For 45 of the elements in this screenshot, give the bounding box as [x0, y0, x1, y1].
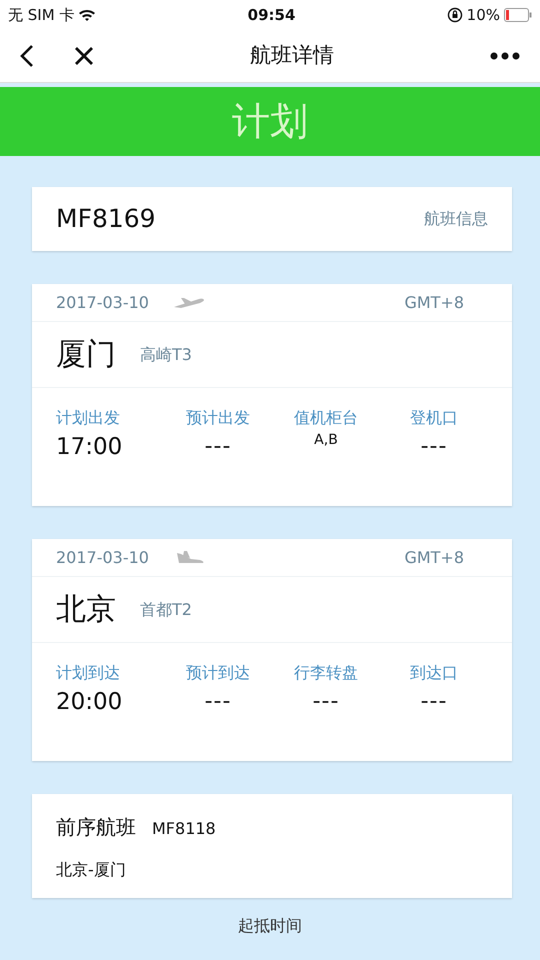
time-text: 09:54 [248, 4, 296, 26]
carrier-text: 无 SIM 卡 [8, 4, 74, 26]
wifi-icon [78, 8, 96, 22]
field-label: 登机口 [410, 407, 458, 429]
field-value: A,B [314, 431, 338, 450]
field-label: 行李转盘 [294, 662, 358, 684]
field-label: 预计出发 [186, 407, 250, 429]
field-label: 到达口 [410, 662, 458, 684]
page-title: 航班详情 [250, 42, 334, 70]
close-icon [74, 46, 94, 66]
close-button[interactable] [74, 46, 94, 66]
battery-text: 10% [466, 4, 500, 26]
timezone-text: GMT+8 [404, 292, 464, 314]
previous-flight-number: MF8118 [152, 818, 216, 840]
more-icon [490, 52, 520, 60]
field-value: --- [420, 688, 448, 716]
terminal-text: 首都T2 [140, 598, 192, 620]
field-label: 计划出发 [56, 407, 120, 429]
flight-status: 计划 [232, 98, 308, 145]
takeoff-plane-icon [172, 296, 205, 310]
field-value: --- [420, 433, 448, 461]
terminal-text: 高崎T3 [140, 344, 192, 366]
rotation-lock-icon [446, 7, 463, 23]
footnote-text: 起抵时间 [237, 915, 303, 937]
field-label: 值机柜台 [294, 407, 358, 429]
battery-icon [504, 8, 532, 22]
field-label: 预计到达 [186, 662, 250, 684]
back-icon [20, 44, 34, 68]
back-button[interactable] [20, 44, 34, 68]
previous-flight-label: 前序航班 [56, 814, 136, 841]
field-value: --- [204, 433, 232, 461]
timezone-text: GMT+8 [404, 546, 464, 568]
city-name: 北京 [56, 591, 116, 629]
field-value: --- [204, 688, 232, 716]
date-text: 2017-03-10 [56, 546, 149, 568]
field-value: --- [312, 688, 340, 716]
field-label: 计划到达 [56, 662, 120, 684]
flight-number: MF8169 [56, 203, 156, 236]
flight-info-link[interactable]: 航班信息 [424, 207, 488, 231]
route-text: 北京-厦门 [56, 859, 127, 881]
field-value: 20:00 [56, 688, 122, 717]
more-button[interactable] [490, 52, 520, 60]
date-text: 2017-03-10 [56, 292, 149, 314]
city-name: 厦门 [56, 336, 116, 374]
field-value: 17:00 [56, 433, 122, 462]
